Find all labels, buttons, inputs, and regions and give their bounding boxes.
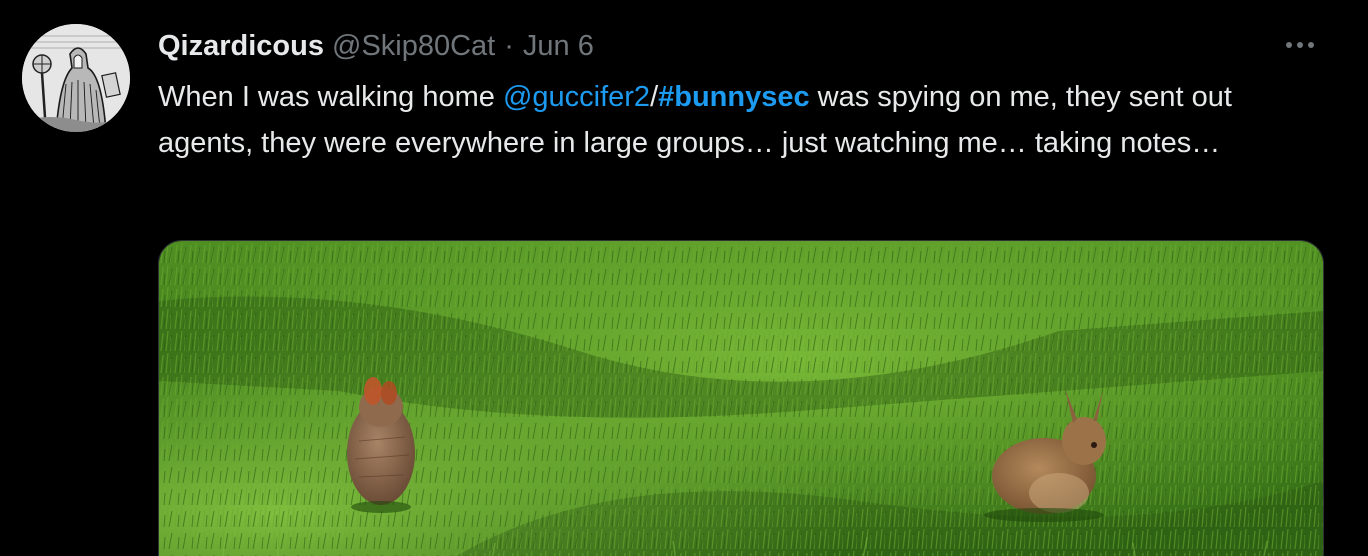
- more-options-button[interactable]: [1278, 28, 1322, 62]
- header-separator: ·: [504, 29, 514, 62]
- author-avatar[interactable]: [22, 24, 130, 132]
- tweet[interactable]: Qizardicous @Skip80Cat · Jun 6 When I wa…: [0, 0, 1368, 556]
- hashtag-link[interactable]: #bunnysec: [658, 81, 810, 113]
- more-options-icon: [1308, 42, 1314, 48]
- tweet-text-slash: /: [650, 81, 659, 113]
- tweet-text-part: When I was walking home: [158, 81, 503, 113]
- tweet-header: Qizardicous @Skip80Cat · Jun 6: [158, 26, 594, 66]
- author-handle[interactable]: @Skip80Cat: [332, 30, 495, 63]
- more-options-icon: [1297, 42, 1303, 48]
- avatar-engraving-icon: [22, 24, 130, 132]
- tweet-date[interactable]: Jun 6: [523, 30, 594, 63]
- photo-rabbits-on-grass: [159, 241, 1323, 556]
- mention-link[interactable]: @guccifer2: [503, 81, 650, 113]
- tweet-text: When I was walking home @guccifer2/#bunn…: [158, 74, 1318, 166]
- more-options-icon: [1286, 42, 1292, 48]
- author-display-name[interactable]: Qizardicous: [158, 30, 324, 63]
- tweet-photo[interactable]: [158, 240, 1324, 556]
